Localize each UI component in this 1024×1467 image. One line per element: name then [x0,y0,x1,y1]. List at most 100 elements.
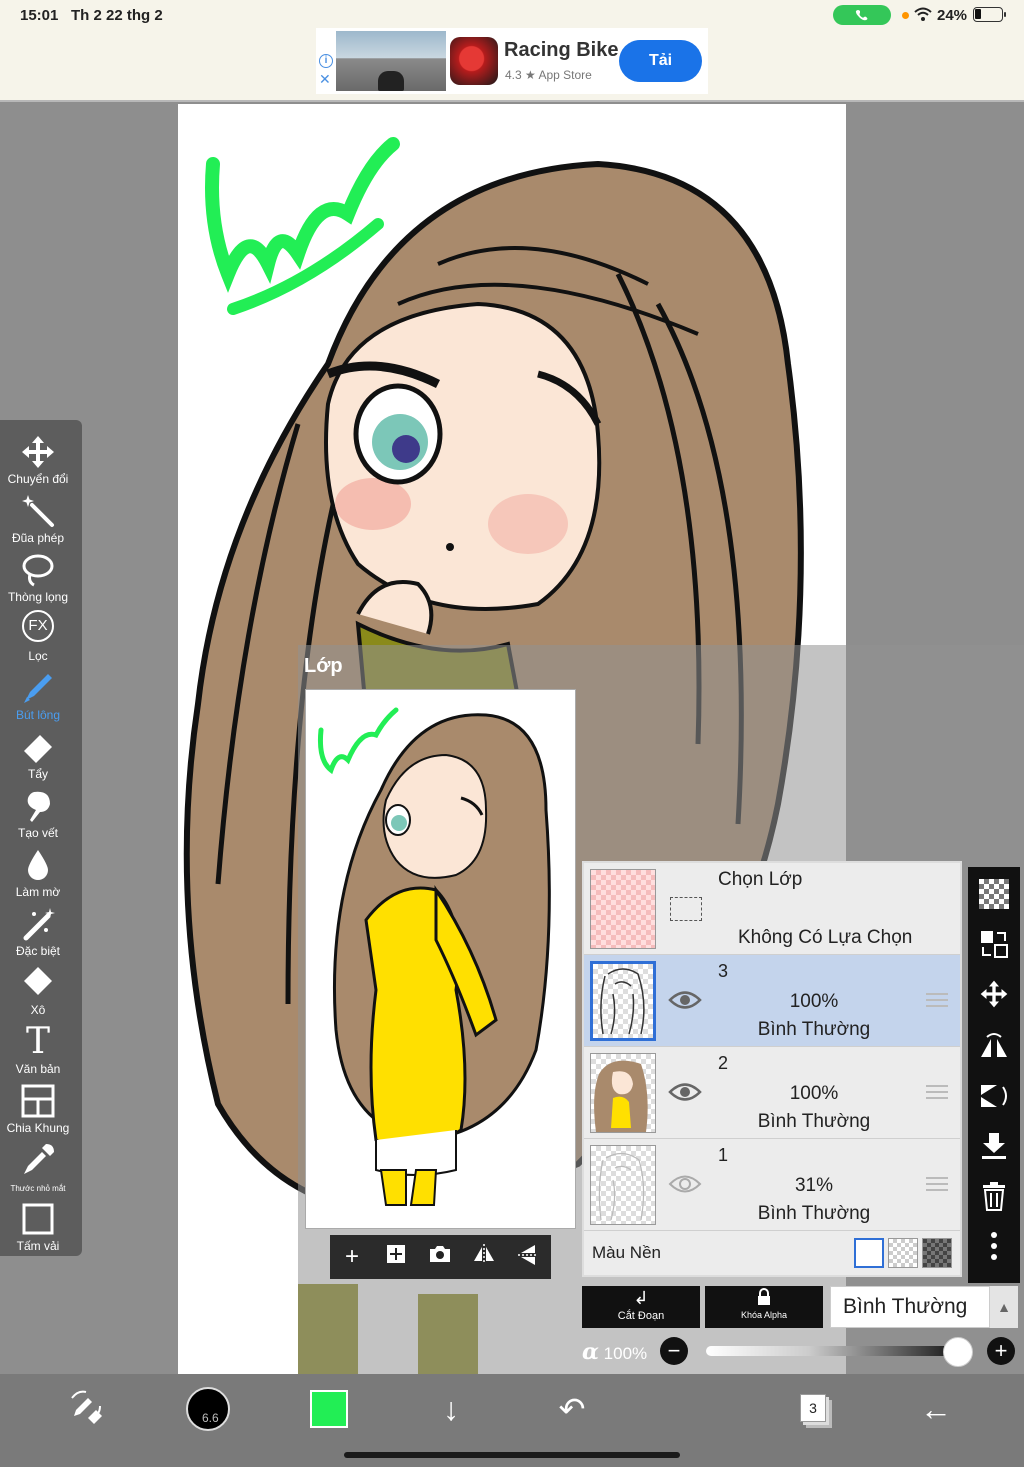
drag-handle-icon[interactable] [926,1177,948,1191]
tool-label: Chia Khung [6,1121,70,1135]
tool-brush[interactable]: Bút lông [0,664,76,722]
blend-mode-select[interactable]: Bình Thường [830,1286,990,1328]
fx-filter-icon: FX [22,610,54,642]
active-call-pill[interactable] [833,5,891,25]
tool-smudge[interactable]: Tạo vết [0,782,76,840]
alpha-symbol: α [582,1339,599,1365]
tool-frame-divider[interactable]: Chia Khung [0,1077,76,1135]
brush-size-value: 6.6 [202,1411,219,1425]
tool-special[interactable]: Đặc biệt [0,900,76,958]
trash-icon[interactable] [977,1181,1011,1215]
flip-vertical-icon[interactable] [514,1243,542,1271]
eye-icon[interactable] [668,1081,702,1103]
opacity-decrease-button[interactable]: − [660,1337,688,1365]
tool-label: Thước nhỏ mắt [10,1184,66,1193]
layer-rotate-icon [981,1085,1007,1107]
tool-magic-wand[interactable]: Đũa phép [0,487,76,545]
smudge-icon [27,791,50,822]
layers-button[interactable]: 3 [800,1394,826,1422]
background-transparent-swatch[interactable] [888,1238,918,1268]
ad-banner[interactable]: i ✕ Racing Bike 4.3 ★ App Store Tải [316,28,708,94]
layer-thumbnail [590,1145,656,1225]
preview-artwork [318,707,551,1206]
tool-label: Thòng lọng [7,590,69,604]
layer-panel: Lớp + Chọn Lớp Không Có Lựa Chọn 3 100% … [298,645,1024,1374]
tool-lasso[interactable]: Thòng lọng [0,546,76,604]
layer-rotate-icon[interactable] [977,1081,1011,1115]
transparency-icon[interactable] [979,879,1009,909]
blur-icon [28,850,48,880]
layer-move-icon [980,980,1008,1008]
camera-icon [430,1246,450,1262]
layer-row-2[interactable]: 2 100% Bình Thường [584,1047,960,1139]
marquee-icon [670,897,702,921]
layer-swap-icon[interactable] [977,929,1011,963]
camera-icon[interactable] [426,1243,454,1271]
quick-switch-button[interactable] [62,1386,110,1434]
undo-icon[interactable]: ↶ [548,1386,596,1434]
battery-percentage: 24% [937,7,968,24]
tool-label: Tạo vết [17,826,59,840]
chevron-up-icon[interactable]: ▲ [990,1286,1018,1328]
merge-down-icon [982,1133,1006,1159]
add-layer-icon[interactable]: + [338,1243,366,1271]
drag-handle-icon[interactable] [926,1085,948,1099]
background-dark-swatch[interactable] [922,1238,952,1268]
ad-close-icon[interactable]: ✕ [319,72,331,86]
background-white-swatch[interactable] [854,1238,884,1268]
layer-row-3[interactable]: 3 100% Bình Thường [584,955,960,1047]
phone-icon [855,10,868,21]
tool-filter[interactable]: FX Lọc [0,605,76,663]
tool-label: Lọc [28,649,48,663]
layer-number: 3 [718,961,729,981]
eyedropper-icon [24,1144,54,1174]
tool-label: Tẩy [27,767,48,781]
add-layer-box-icon[interactable] [382,1243,410,1271]
opacity-increase-button[interactable]: + [987,1337,1015,1365]
opacity-slider[interactable] [706,1346,962,1356]
layer-move-icon[interactable] [977,979,1011,1013]
ad-info-icon[interactable]: i [319,54,333,68]
more-options-icon[interactable] [977,1231,1011,1265]
tool-label: Xô [30,1003,46,1017]
arrow-down-icon[interactable]: ↓ [427,1386,475,1434]
drag-handle-icon[interactable] [926,993,948,1007]
text-icon: T [25,1021,50,1062]
layer-blend-mode: Bình Thường [757,1019,871,1040]
tool-bucket[interactable]: Xô [0,959,76,1017]
tool-eraser[interactable]: Tẩy [0,723,76,781]
tool-label: Văn bản [15,1062,61,1076]
ad-title: Racing Bike [504,39,619,61]
alpha-lock-label: Khóa Alpha [740,1310,788,1320]
alpha-value: 100% [603,1344,648,1363]
flip-horizontal-icon[interactable] [470,1243,498,1271]
eraser-icon [24,735,52,763]
eye-icon[interactable] [668,989,702,1011]
selection-layer-row[interactable]: Chọn Lớp Không Có Lựa Chọn [584,863,960,955]
magic-wand-icon [22,495,54,527]
merge-down-icon[interactable] [977,1131,1011,1165]
selection-title: Chọn Lớp [718,869,803,890]
tool-blur[interactable]: Làm mờ [0,841,76,899]
more-options-icon [991,1232,997,1260]
ad-install-button[interactable]: Tải [619,40,702,82]
selection-thumbnail [590,869,656,949]
opacity-slider-handle[interactable] [943,1337,973,1367]
canvas-preview[interactable] [305,689,576,1229]
ad-app-icon [450,37,498,85]
tool-canvas[interactable]: Tấm vải [0,1195,76,1253]
alpha-lock-button[interactable]: Khóa Alpha [705,1286,823,1328]
tool-transform[interactable]: Chuyển đổi [0,428,76,486]
top-area: 15:01 Th 2 22 thg 2 24% i ✕ Racing Bike … [0,0,1024,102]
tool-eyedropper[interactable]: Thước nhỏ mắt [0,1136,76,1194]
brush-size-button[interactable]: 6.6 [186,1387,230,1431]
primary-color-swatch[interactable] [310,1390,348,1428]
clipping-button[interactable]: ↲ Cắt Đoạn [582,1286,700,1328]
back-arrow-icon[interactable]: ← [912,1386,960,1434]
status-time: 15:01 [20,7,59,24]
layer-flip-icon[interactable] [977,1031,1011,1065]
tool-text[interactable]: T Văn bản [0,1018,76,1077]
layer-row-1[interactable]: 1 31% Bình Thường [584,1139,960,1231]
eye-icon[interactable] [668,1173,702,1195]
layer-thumbnail [590,1053,656,1133]
